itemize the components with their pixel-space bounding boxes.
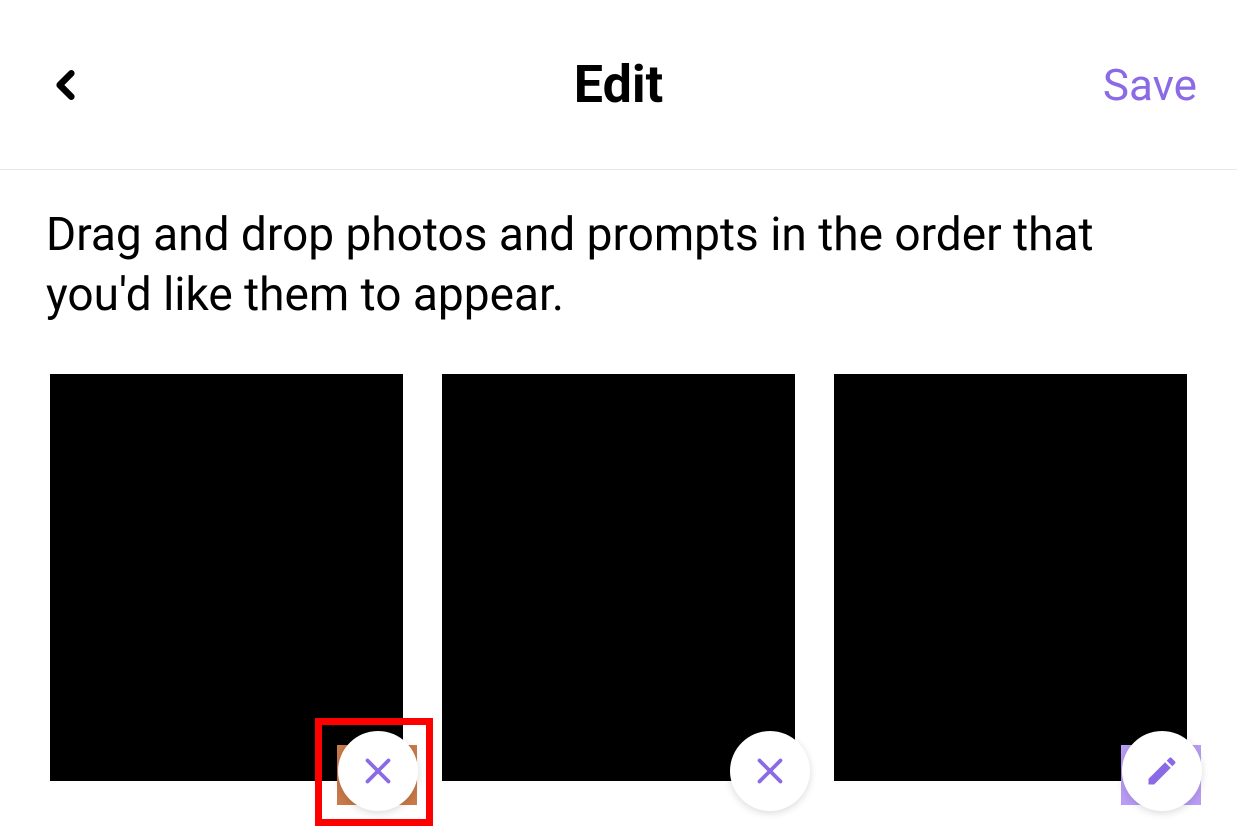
close-icon — [360, 753, 396, 789]
photo-card[interactable] — [834, 374, 1187, 781]
photo-grid — [0, 362, 1237, 781]
save-button[interactable]: Save — [1103, 59, 1197, 111]
instructions-text: Drag and drop photos and prompts in the … — [0, 170, 1237, 362]
pencil-icon — [1144, 753, 1180, 789]
back-button[interactable] — [40, 60, 90, 110]
photo-placeholder — [834, 374, 1187, 781]
chevron-left-icon — [48, 60, 83, 110]
remove-photo-button[interactable] — [338, 731, 418, 811]
photo-card[interactable] — [442, 374, 795, 781]
photo-placeholder — [442, 374, 795, 781]
close-icon — [752, 753, 788, 789]
page-title: Edit — [574, 54, 663, 115]
photo-placeholder — [50, 374, 403, 781]
remove-photo-button[interactable] — [730, 731, 810, 811]
header: Edit Save — [0, 0, 1237, 170]
photo-card[interactable] — [50, 374, 403, 781]
edit-photo-button[interactable] — [1122, 731, 1202, 811]
